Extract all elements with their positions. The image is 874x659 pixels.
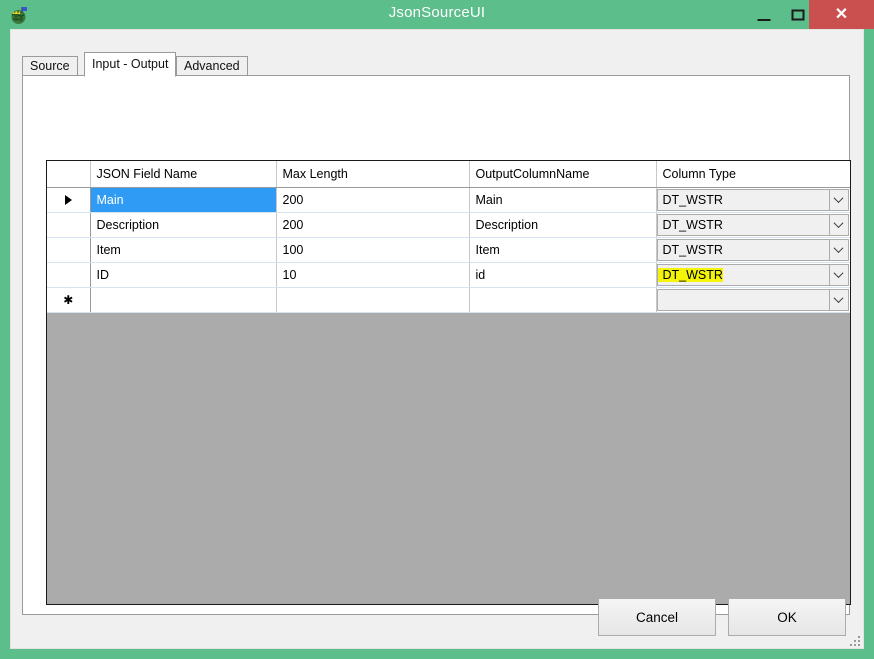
chevron-down-icon[interactable] — [828, 289, 848, 310]
cell-max-length[interactable] — [276, 287, 470, 313]
cell-json-field-name[interactable]: Item — [90, 237, 277, 263]
ok-button[interactable]: OK — [728, 598, 846, 636]
cell-column-type[interactable]: DT_WSTR — [656, 187, 850, 213]
column-type-value-highlighted: DT_WSTR — [657, 267, 723, 282]
row-header[interactable] — [47, 262, 91, 288]
tab-page-input-output: JSON Field Name Max Length OutputColumnN… — [22, 75, 851, 615]
cell-json-field-name[interactable]: ID — [90, 262, 277, 288]
title-bar: JsonSourceUI ✕ — [0, 0, 874, 29]
column-type-combobox[interactable]: DT_WSTR — [656, 213, 849, 236]
table-row[interactable]: Main 200 Main DT_WSTR — [47, 187, 850, 213]
row-header-new[interactable]: ✱ — [47, 287, 91, 313]
table-row-new[interactable]: ✱ — [47, 287, 850, 313]
column-header-output-column-name[interactable]: OutputColumnName — [469, 161, 657, 188]
cancel-button[interactable]: Cancel — [598, 598, 716, 636]
close-button[interactable]: ✕ — [809, 0, 874, 29]
column-type-combobox[interactable]: DT_WSTR — [656, 263, 849, 286]
column-type-combobox[interactable]: DT_WSTR — [656, 188, 849, 211]
table-row[interactable]: Description 200 Description DT_WSTR — [47, 212, 850, 238]
row-header[interactable] — [47, 237, 91, 263]
resize-grip[interactable] — [848, 634, 860, 646]
dialog-client-area: Source Input - Output Advanced JSON Fiel… — [10, 29, 864, 649]
column-header-max-length[interactable]: Max Length — [276, 161, 470, 188]
grid-header-row: JSON Field Name Max Length OutputColumnN… — [47, 161, 850, 188]
table-row[interactable]: ID 10 id DT_WSTR — [47, 262, 850, 288]
cell-json-field-name[interactable]: Main — [90, 187, 277, 213]
cell-column-type[interactable]: DT_WSTR — [656, 212, 850, 238]
column-type-value: DT_WSTR — [662, 242, 723, 257]
chevron-down-icon[interactable] — [828, 189, 848, 210]
close-icon: ✕ — [834, 5, 849, 23]
column-type-combobox[interactable] — [656, 288, 849, 311]
tab-input-output[interactable]: Input - Output — [84, 52, 177, 77]
cell-output-column-name[interactable]: Item — [469, 237, 657, 263]
cell-max-length[interactable]: 200 — [276, 212, 470, 238]
cell-max-length[interactable]: 200 — [276, 187, 470, 213]
cell-output-column-name[interactable] — [469, 287, 657, 313]
grid-corner-header[interactable] — [47, 161, 91, 188]
maximize-icon — [791, 9, 805, 20]
cell-column-type[interactable]: DT_WSTR — [656, 237, 850, 263]
minimize-icon — [757, 18, 771, 21]
cell-column-type[interactable] — [656, 287, 850, 313]
column-type-value: DT_WSTR — [662, 217, 723, 232]
cell-json-field-name[interactable] — [90, 287, 277, 313]
cell-output-column-name[interactable]: id — [469, 262, 657, 288]
cell-column-type[interactable]: DT_WSTR — [656, 262, 850, 288]
cell-output-column-name[interactable]: Main — [469, 187, 657, 213]
column-header-json-field-name[interactable]: JSON Field Name — [90, 161, 277, 188]
column-type-combobox[interactable]: DT_WSTR — [656, 238, 849, 261]
row-header[interactable] — [47, 212, 91, 238]
chevron-down-icon[interactable] — [828, 214, 848, 235]
columns-data-grid[interactable]: JSON Field Name Max Length OutputColumnN… — [46, 160, 851, 605]
column-type-value: DT_WSTR — [662, 192, 723, 207]
cell-output-column-name[interactable]: Description — [469, 212, 657, 238]
column-header-column-type[interactable]: Column Type — [656, 161, 850, 188]
chevron-down-icon[interactable] — [828, 264, 848, 285]
dialog-window: JsonSourceUI ✕ Source Input - Output Adv… — [0, 0, 874, 659]
new-row-asterisk-icon: ✱ — [63, 292, 74, 307]
cell-max-length[interactable]: 10 — [276, 262, 470, 288]
current-row-arrow-icon — [64, 195, 72, 206]
grid-table: JSON Field Name Max Length OutputColumnN… — [47, 161, 850, 313]
tab-advanced[interactable]: Advanced — [176, 56, 248, 75]
row-header-current[interactable] — [47, 187, 91, 213]
table-row[interactable]: Item 100 Item DT_WSTR — [47, 237, 850, 263]
chevron-down-icon[interactable] — [828, 239, 848, 260]
tab-source[interactable]: Source — [22, 56, 78, 75]
cell-json-field-name[interactable]: Description — [90, 212, 277, 238]
cell-max-length[interactable]: 100 — [276, 237, 470, 263]
